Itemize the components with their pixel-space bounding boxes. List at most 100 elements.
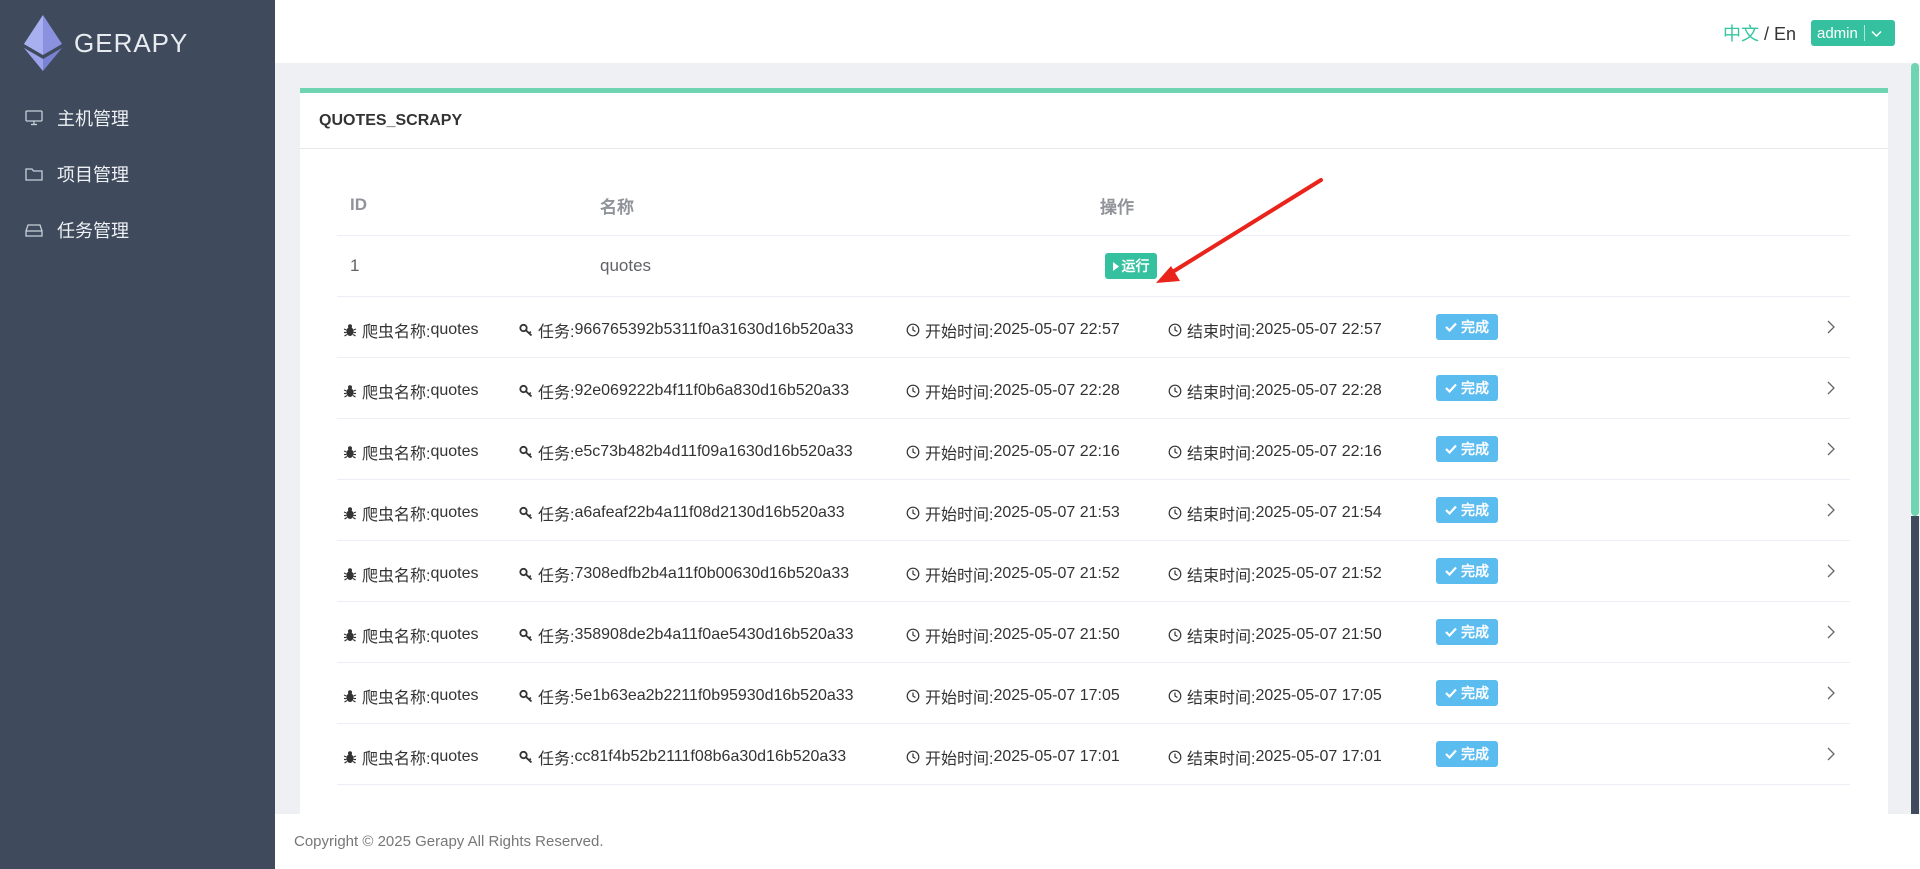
table-row: 1 quotes 运行 xyxy=(337,236,1850,297)
task-job: 任务: e5c73b482b4d11f09a1630d16b520a33 xyxy=(519,440,853,464)
chevron-right-icon[interactable] xyxy=(1827,625,1835,639)
task-spider-label: 爬虫名称: xyxy=(362,446,431,463)
scrollbar-thumb[interactable] xyxy=(1911,63,1919,516)
key-icon xyxy=(519,628,533,642)
clock-icon xyxy=(1168,628,1182,642)
project-table: ID 名称 操作 1 quotes 运行 爬虫名称: quotes 任务: 96… xyxy=(337,175,1850,785)
task-row[interactable]: 爬虫名称: quotes 任务: 7308edfb2b4a11f0b00630d… xyxy=(337,541,1850,602)
task-row[interactable]: 爬虫名称: quotes 任务: e5c73b482b4d11f09a1630d… xyxy=(337,419,1850,480)
status-badge: 完成 xyxy=(1436,497,1498,523)
task-job: 任务: 5e1b63ea2b2211f0b95930d16b520a33 xyxy=(519,684,854,708)
task-start-label: 开始时间: xyxy=(925,446,994,463)
task-row[interactable]: 爬虫名称: quotes 任务: 966765392b5311f0a31630d… xyxy=(337,297,1850,358)
clock-icon xyxy=(906,506,920,520)
task-start: 开始时间: 2025-05-07 22:57 xyxy=(906,318,1120,342)
task-end-value: 2025-05-07 21:52 xyxy=(1255,565,1382,582)
task-end-value: 2025-05-07 22:28 xyxy=(1255,382,1382,399)
scrollbar-track xyxy=(1911,516,1919,814)
user-menu-button[interactable]: admin xyxy=(1811,20,1895,46)
task-end-value: 2025-05-07 17:01 xyxy=(1255,748,1382,765)
chevron-right-icon[interactable] xyxy=(1827,564,1835,578)
task-row[interactable]: 爬虫名称: quotes 任务: a6afeaf22b4a11f08d2130d… xyxy=(337,480,1850,541)
task-job-label: 任务: xyxy=(538,446,575,463)
task-job-value: 92e069222b4f11f0b6a830d16b520a33 xyxy=(574,382,850,399)
sidebar-item-tasks[interactable]: 任务管理 xyxy=(0,202,275,258)
check-icon xyxy=(1445,563,1461,579)
task-row[interactable]: 爬虫名称: quotes 任务: 92e069222b4f11f0b6a830d… xyxy=(337,358,1850,419)
task-end: 结束时间: 2025-05-07 17:05 xyxy=(1168,684,1382,708)
inbox-icon xyxy=(24,220,44,240)
lang-zh-link[interactable]: 中文 xyxy=(1723,24,1759,44)
clock-icon xyxy=(1168,750,1182,764)
clock-icon xyxy=(1168,323,1182,337)
task-row[interactable]: 爬虫名称: quotes 任务: cc81f4b52b2111f08b6a30d… xyxy=(337,724,1850,785)
task-spider-label: 爬虫名称: xyxy=(362,690,431,707)
task-end-label: 结束时间: xyxy=(1187,507,1256,524)
chevron-right-icon[interactable] xyxy=(1827,503,1835,517)
task-start-value: 2025-05-07 21:50 xyxy=(993,626,1120,643)
task-job-label: 任务: xyxy=(538,385,575,402)
button-divider xyxy=(1863,25,1865,41)
sidebar-item-label: 项目管理 xyxy=(57,165,129,185)
task-job-value: e5c73b482b4d11f09a1630d16b520a33 xyxy=(574,443,853,460)
brand[interactable]: GERAPY xyxy=(24,14,188,72)
chevron-right-icon[interactable] xyxy=(1827,381,1835,395)
task-end-label: 结束时间: xyxy=(1187,385,1256,402)
bug-icon xyxy=(343,506,357,520)
check-icon xyxy=(1445,746,1461,762)
task-start-value: 2025-05-07 22:28 xyxy=(993,382,1120,399)
sidebar-item-hosts[interactable]: 主机管理 xyxy=(0,90,275,146)
table-header: ID 名称 操作 xyxy=(337,175,1850,236)
task-start-value: 2025-05-07 17:01 xyxy=(993,748,1120,765)
key-icon xyxy=(519,323,533,337)
task-spider: 爬虫名称: quotes xyxy=(343,440,479,464)
bug-icon xyxy=(343,323,357,337)
task-spider-label: 爬虫名称: xyxy=(362,385,431,402)
task-spider-label: 爬虫名称: xyxy=(362,751,431,768)
task-start-value: 2025-05-07 21:52 xyxy=(993,565,1120,582)
status-label: 完成 xyxy=(1461,563,1489,579)
status-label: 完成 xyxy=(1461,319,1489,335)
page-scrollbar[interactable] xyxy=(1910,63,1920,814)
project-id: 1 xyxy=(350,256,360,275)
play-icon xyxy=(1112,258,1122,274)
clock-icon xyxy=(906,567,920,581)
task-start: 开始时间: 2025-05-07 17:05 xyxy=(906,684,1120,708)
task-row[interactable]: 爬虫名称: quotes 任务: 358908de2b4a11f0ae5430d… xyxy=(337,602,1850,663)
sidebar-item-projects[interactable]: 项目管理 xyxy=(0,146,275,202)
task-job: 任务: 92e069222b4f11f0b6a830d16b520a33 xyxy=(519,379,849,403)
task-start: 开始时间: 2025-05-07 22:28 xyxy=(906,379,1120,403)
run-button[interactable]: 运行 xyxy=(1105,253,1157,279)
sidebar-menu: 主机管理 项目管理 任务管理 xyxy=(0,90,275,258)
lang-separator: / xyxy=(1758,24,1774,44)
task-spider-value: quotes xyxy=(430,626,479,643)
clock-icon xyxy=(906,750,920,764)
task-spider: 爬虫名称: quotes xyxy=(343,318,479,342)
status-badge: 完成 xyxy=(1436,314,1498,340)
clock-icon xyxy=(906,384,920,398)
status-label: 完成 xyxy=(1461,624,1489,640)
monitor-icon xyxy=(24,108,44,128)
chevron-right-icon[interactable] xyxy=(1827,320,1835,334)
task-start: 开始时间: 2025-05-07 17:01 xyxy=(906,745,1120,769)
task-job: 任务: a6afeaf22b4a11f08d2130d16b520a33 xyxy=(519,501,845,525)
bug-icon xyxy=(343,384,357,398)
task-job-label: 任务: xyxy=(538,629,575,646)
task-end: 结束时间: 2025-05-07 21:50 xyxy=(1168,623,1382,647)
task-job: 任务: 966765392b5311f0a31630d16b520a33 xyxy=(519,318,854,342)
key-icon xyxy=(519,506,533,520)
clock-icon xyxy=(906,445,920,459)
status-label: 完成 xyxy=(1461,685,1489,701)
lang-en-link[interactable]: En xyxy=(1774,24,1796,44)
task-row[interactable]: 爬虫名称: quotes 任务: 5e1b63ea2b2211f0b95930d… xyxy=(337,663,1850,724)
chevron-right-icon[interactable] xyxy=(1827,747,1835,761)
task-start-value: 2025-05-07 17:05 xyxy=(993,687,1120,704)
task-job-label: 任务: xyxy=(538,568,575,585)
clock-icon xyxy=(1168,567,1182,581)
language-switcher: 中文 / En xyxy=(1723,20,1796,46)
chevron-right-icon[interactable] xyxy=(1827,686,1835,700)
status-label: 完成 xyxy=(1461,502,1489,518)
sidebar: GERAPY 主机管理 项目管理 任务管理 xyxy=(0,0,275,869)
chevron-right-icon[interactable] xyxy=(1827,442,1835,456)
task-spider-label: 爬虫名称: xyxy=(362,507,431,524)
